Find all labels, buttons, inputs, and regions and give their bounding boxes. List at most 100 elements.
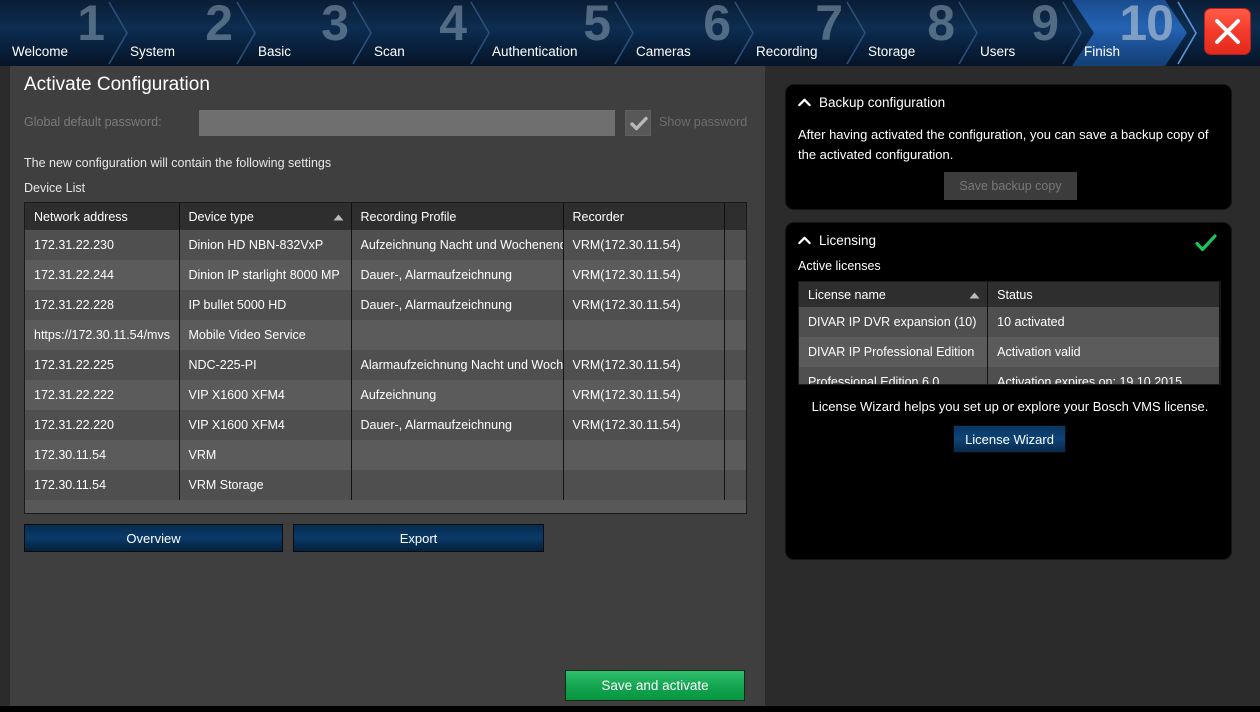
license-table-body: DIVAR IP DVR expansion (10) 10 activated D… xyxy=(799,307,1220,384)
device-table-row[interactable]: 172.31.22.220 VIP X1600 XFM4 Dauer-, Alarm… xyxy=(25,410,746,440)
global-password-input[interactable] xyxy=(199,110,615,136)
license-table[interactable]: License name Status DIVAR IP DVR expansio… xyxy=(798,281,1221,385)
wizard-step-number: 2 xyxy=(205,0,233,51)
table-cell: Alarmaufzeichnung Nacht und Wochenende xyxy=(351,350,564,380)
column-header-blank[interactable] xyxy=(724,203,746,230)
table-cell: 10 activated xyxy=(987,307,1220,337)
wizard-step-number: 9 xyxy=(1031,0,1059,51)
wizard-step-label: Storage xyxy=(868,44,916,59)
device-table-header-row: Network address Device type Recording Prof… xyxy=(25,203,746,230)
device-table-body: 172.31.22.230 Dinion HD NBN-832VxP Aufzeic… xyxy=(25,230,746,500)
wizard-step-basic[interactable]: 3 Basic xyxy=(246,0,362,66)
chevron-up-icon xyxy=(798,98,811,107)
column-header-label: Recording Profile xyxy=(360,209,457,224)
licensing-card-header[interactable]: Licensing xyxy=(798,233,876,248)
device-table-row[interactable]: 172.30.11.54 VRM Storage xyxy=(25,470,746,500)
table-cell: Dauer-, Alarmaufzeichnung xyxy=(351,290,564,320)
wizard-step-scan[interactable]: 4 Scan xyxy=(362,0,480,66)
wizard-step-finish[interactable]: 10 Finish xyxy=(1072,0,1187,66)
chevron-up-icon xyxy=(798,236,811,245)
table-cell: https://172.30.11.54/mvs xyxy=(25,320,180,350)
table-cell xyxy=(563,440,725,470)
column-header-license-name[interactable]: License name xyxy=(799,282,989,307)
save-and-activate-button[interactable]: Save and activate xyxy=(565,670,745,701)
overview-button[interactable]: Overview xyxy=(24,524,283,552)
wizard-step-number: 7 xyxy=(815,0,843,51)
show-password-checkbox[interactable] xyxy=(625,110,651,136)
right-side-panel: Backup configuration After having activa… xyxy=(765,66,1260,712)
wizard-step-label: Finish xyxy=(1084,44,1121,59)
backup-card-title: Backup configuration xyxy=(819,95,946,110)
close-button[interactable] xyxy=(1204,8,1251,55)
license-table-row[interactable]: DIVAR IP DVR expansion (10) 10 activated xyxy=(799,307,1220,337)
table-cell: Activation valid xyxy=(987,337,1220,367)
sort-ascending-icon xyxy=(969,292,980,299)
column-header-status[interactable]: Status xyxy=(987,282,1220,307)
device-table-row[interactable]: 172.31.22.228 IP bullet 5000 HD Dauer-, Al… xyxy=(25,290,746,320)
table-cell: DIVAR IP DVR expansion (10) xyxy=(799,307,989,337)
table-cell: VRM(172.30.11.54) xyxy=(563,350,725,380)
activate-configuration-panel: Activate Configuration Global default pa… xyxy=(10,66,765,706)
device-table-row[interactable]: https://172.30.11.54/mvs Mobile Video Ser… xyxy=(25,320,746,350)
license-table-row[interactable]: Professional Edition 6.0 Activation expir… xyxy=(799,367,1220,384)
export-button[interactable]: Export xyxy=(293,524,544,552)
column-header-recording-profile[interactable]: Recording Profile xyxy=(351,203,564,230)
table-cell: VRM(172.30.11.54) xyxy=(563,260,725,290)
table-cell xyxy=(724,470,746,500)
column-header-label: Network address xyxy=(34,209,128,224)
table-cell: Dinion IP starlight 8000 MP xyxy=(179,260,352,290)
wizard-step-system[interactable]: 2 System xyxy=(118,0,246,66)
save-backup-copy-button[interactable]: Save backup copy xyxy=(944,172,1077,200)
column-header-label: License name xyxy=(808,287,886,302)
backup-description: After having activated the configuration… xyxy=(798,127,1209,162)
wizard-step-label: Users xyxy=(980,44,1016,59)
device-table-row[interactable]: 172.31.22.230 Dinion HD NBN-832VxP Aufzeic… xyxy=(25,230,746,260)
device-list-label: Device List xyxy=(24,181,86,195)
wizard-step-cameras[interactable]: 6 Cameras xyxy=(624,0,744,66)
wizard-step-number: 8 xyxy=(927,0,955,51)
wizard-step-authentication[interactable]: 5 Authentication xyxy=(480,0,624,66)
column-header-label: Recorder xyxy=(572,209,624,224)
table-cell: VRM Storage xyxy=(179,470,352,500)
table-cell: VRM(172.30.11.54) xyxy=(563,410,725,440)
device-list-table[interactable]: Network address Device type Recording Prof… xyxy=(24,202,747,514)
show-password-label: Show password xyxy=(659,115,748,129)
table-cell: Aufzeichnung xyxy=(351,380,564,410)
table-cell xyxy=(351,440,564,470)
device-table-row[interactable]: 172.30.11.54 VRM xyxy=(25,440,746,470)
wizard-step-recording[interactable]: 7 Recording xyxy=(744,0,856,66)
license-table-row[interactable]: DIVAR IP Professional Edition Activation … xyxy=(799,337,1220,367)
wizard-step-welcome[interactable]: 1 Welcome xyxy=(0,0,118,66)
table-cell: 172.30.11.54 xyxy=(25,470,180,500)
check-icon xyxy=(630,116,648,131)
wizard-step-label: Cameras xyxy=(636,44,691,59)
table-cell xyxy=(724,320,746,350)
table-cell: Dinion HD NBN-832VxP xyxy=(179,230,352,260)
table-cell: VIP X1600 XFM4 xyxy=(179,380,352,410)
wizard-step-label: Scan xyxy=(374,44,405,59)
column-header-recorder[interactable]: Recorder xyxy=(563,203,725,230)
wizard-step-storage[interactable]: 8 Storage xyxy=(856,0,968,66)
device-table-row[interactable]: 172.31.22.222 VIP X1600 XFM4 Aufzeichnung V… xyxy=(25,380,746,410)
device-table-row[interactable]: 172.31.22.225 NDC-225-PI Alarmaufzeichnung… xyxy=(25,350,746,380)
column-header-network-address[interactable]: Network address xyxy=(25,203,180,230)
table-cell xyxy=(724,410,746,440)
table-cell: Activation expires on: 19.10.2015 xyxy=(987,367,1220,384)
window-bottom-edge xyxy=(0,706,1260,712)
table-cell: 172.31.22.225 xyxy=(25,350,180,380)
column-header-device-type[interactable]: Device type xyxy=(179,203,352,230)
license-wizard-description: License Wizard helps you set up or explo… xyxy=(811,399,1209,414)
table-cell: DIVAR IP Professional Edition xyxy=(799,337,989,367)
table-cell xyxy=(563,470,725,500)
table-cell: Dauer-, Alarmaufzeichnung xyxy=(351,260,564,290)
wizard-step-number: 1 xyxy=(77,0,105,51)
device-table-row[interactable]: 172.31.22.244 Dinion IP starlight 8000 MP… xyxy=(25,260,746,290)
wizard-step-users[interactable]: 9 Users xyxy=(968,0,1072,66)
backup-card-header[interactable]: Backup configuration xyxy=(798,95,945,110)
global-password-label: Global default password: xyxy=(24,115,162,129)
table-cell: 172.31.22.222 xyxy=(25,380,180,410)
table-cell: 172.31.22.230 xyxy=(25,230,180,260)
license-wizard-button[interactable]: License Wizard xyxy=(953,425,1066,453)
table-cell: Aufzeichnung Nacht und Wochenende xyxy=(351,230,564,260)
licensing-card-title: Licensing xyxy=(819,233,877,248)
